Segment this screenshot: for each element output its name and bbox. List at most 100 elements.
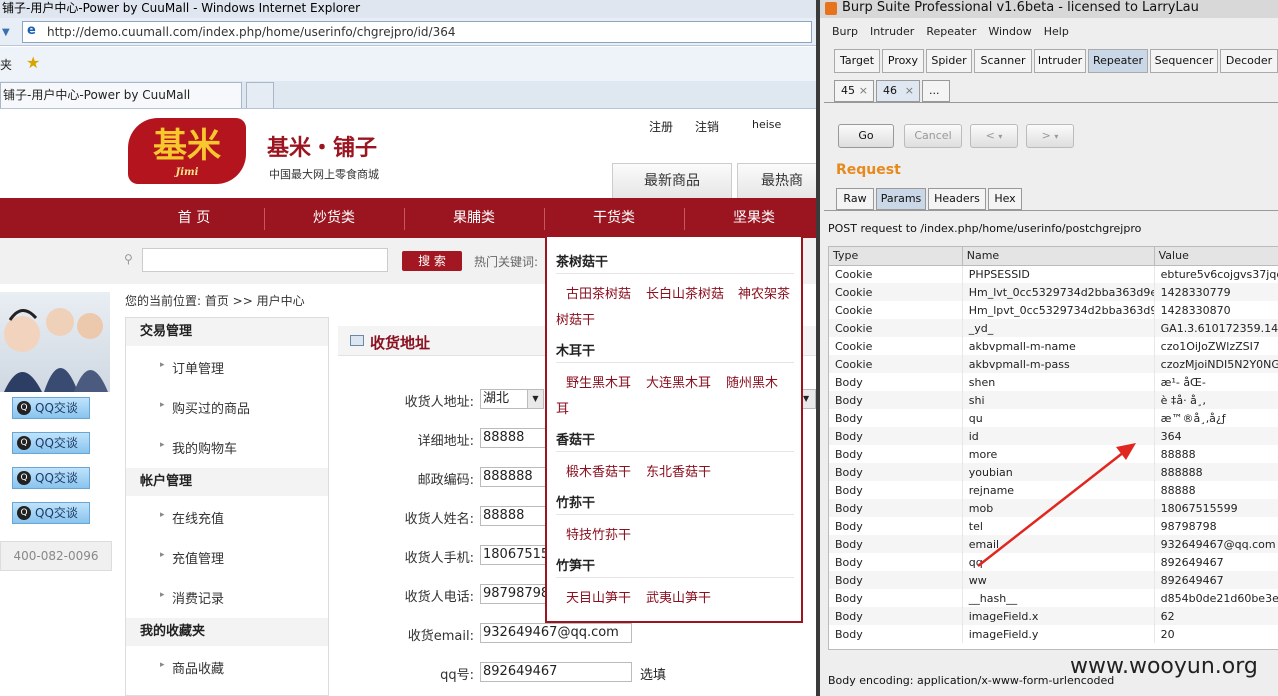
qq-chat-button-4[interactable]: Q QQ交谈: [12, 502, 90, 524]
dd-link[interactable]: 树菇干: [556, 309, 595, 328]
request-tab-headers[interactable]: Headers: [928, 188, 986, 210]
repeater-tab-new[interactable]: ...: [922, 80, 950, 102]
menu-window[interactable]: Window: [988, 25, 1031, 38]
phone-field[interactable]: 98798798: [480, 584, 546, 604]
table-row[interactable]: Body tel 98798798: [829, 517, 1278, 535]
menu-burp[interactable]: Burp: [832, 25, 858, 38]
qq-chat-button-1[interactable]: Q QQ交谈: [12, 397, 90, 419]
qq-field[interactable]: 892649467: [480, 662, 632, 682]
table-row[interactable]: Cookie akbvpmall-m-pass czozMjoiNDI5N2Y0NG…: [829, 355, 1278, 373]
name-field[interactable]: 88888: [480, 506, 546, 526]
menu-help[interactable]: Help: [1044, 25, 1069, 38]
nav-dried-fruit[interactable]: 果脯类: [404, 198, 544, 238]
menu-item-recharge-mgmt[interactable]: 充值管理: [160, 548, 224, 567]
address-field[interactable]: 88888: [480, 428, 546, 448]
postcode-field[interactable]: 888888: [480, 467, 546, 487]
add-favorite-star-icon[interactable]: ★: [26, 53, 40, 72]
table-row[interactable]: Body shi è ‡å· å¸‚: [829, 391, 1278, 409]
request-tab-params[interactable]: Params: [876, 188, 926, 210]
table-row[interactable]: Body qu æ™®å¸‚å¿ƒ: [829, 409, 1278, 427]
qq-chat-button-3[interactable]: Q QQ交谈: [12, 467, 90, 489]
close-icon[interactable]: ×: [905, 81, 914, 101]
menu-intruder[interactable]: Intruder: [870, 25, 914, 38]
tab-decoder[interactable]: Decoder: [1220, 49, 1278, 73]
tab-scanner[interactable]: Scanner: [974, 49, 1032, 73]
tab-sequencer[interactable]: Sequencer: [1150, 49, 1218, 73]
dd-link[interactable]: 东北香菇干: [646, 461, 711, 480]
dd-link[interactable]: 特技竹荪干: [566, 524, 631, 543]
forward-button[interactable]: > ▾: [1026, 124, 1074, 148]
table-row[interactable]: Body email 932649467@qq.com: [829, 535, 1278, 553]
menu-item-spending[interactable]: 消费记录: [160, 588, 224, 607]
dd-link[interactable]: 古田茶树菇: [566, 283, 631, 302]
tab-spider[interactable]: Spider: [926, 49, 972, 73]
cancel-button[interactable]: Cancel: [904, 124, 962, 148]
table-row[interactable]: Body__hash__d854b0de21d60be3e234: [829, 589, 1278, 607]
col-header-value[interactable]: Value: [1154, 247, 1278, 266]
username-link[interactable]: heise: [752, 118, 781, 131]
tab-hottest-products[interactable]: 最热商: [737, 163, 816, 199]
nav-roasted[interactable]: 炒货类: [264, 198, 404, 238]
table-row[interactable]: Body more 88888: [829, 445, 1278, 463]
table-row[interactable]: Cookie_yd_GA1.3.610172359.14283: [829, 319, 1278, 337]
table-row[interactable]: Cookie Hm_lvt_0cc5329734d2bba363d9ed... 14…: [829, 283, 1278, 301]
tab-target[interactable]: Target: [834, 49, 880, 73]
table-row[interactable]: CookiePHPSESSIDebture5v6cojgvs37jqc9d: [829, 265, 1278, 283]
tab-repeater[interactable]: Repeater: [1088, 49, 1148, 73]
tab-proxy[interactable]: Proxy: [882, 49, 924, 73]
register-link[interactable]: 注册: [649, 118, 673, 135]
dd-link[interactable]: 天目山笋干: [566, 587, 631, 606]
menu-repeater[interactable]: Repeater: [926, 25, 976, 38]
url-input[interactable]: e http://demo.cuumall.com/index.php/home…: [22, 21, 812, 43]
menu-item-orders[interactable]: 订单管理: [160, 358, 224, 377]
menu-item-recharge[interactable]: 在线充值: [160, 508, 224, 527]
region-select[interactable]: 湖北 ▼: [480, 389, 544, 409]
go-button[interactable]: Go: [838, 124, 894, 148]
table-row[interactable]: Cookie Hm_lpvt_0cc5329734d2bba363d9e... 14…: [829, 301, 1278, 319]
table-row[interactable]: Body imageField.y 20: [829, 625, 1278, 643]
search-input[interactable]: [142, 248, 388, 272]
col-header-type[interactable]: Type: [829, 247, 963, 266]
repeater-tab-45[interactable]: 45 ×: [834, 80, 874, 102]
nav-home[interactable]: 首 页: [124, 198, 264, 238]
back-dropdown-icon[interactable]: ▼: [2, 27, 10, 38]
menu-item-fav-products[interactable]: 商品收藏: [160, 658, 224, 677]
logout-link[interactable]: 注销: [695, 118, 719, 135]
table-row[interactable]: Body shen æ¹- åŒ-: [829, 373, 1278, 391]
table-row[interactable]: Body id 364: [829, 427, 1278, 445]
ie-new-tab-button[interactable]: [246, 82, 274, 108]
tab-intruder[interactable]: Intruder: [1034, 49, 1086, 73]
table-row[interactable]: Body ww 892649467: [829, 571, 1278, 589]
dd-link[interactable]: 椴木香菇干: [566, 461, 631, 480]
table-row[interactable]: Cookie akbvpmall-m-name czo1OiJoZWlzZSI7: [829, 337, 1278, 355]
search-button[interactable]: 搜 索: [402, 251, 462, 271]
nav-nuts[interactable]: 坚果类: [684, 198, 816, 238]
dd-link[interactable]: 野生黑木耳: [566, 372, 631, 391]
dd-link[interactable]: 武夷山笋干: [646, 587, 711, 606]
menu-item-cart[interactable]: 我的购物车: [160, 438, 237, 457]
email-field[interactable]: 932649467@qq.com: [480, 623, 632, 643]
tab-newest-products[interactable]: 最新商品: [612, 163, 732, 199]
dd-link[interactable]: 大连黑木耳: [646, 372, 711, 391]
mobile-field[interactable]: 18067515599: [480, 545, 546, 565]
site-logo[interactable]: 基米 Jimi: [128, 118, 246, 184]
col-header-name[interactable]: Name: [962, 247, 1155, 266]
request-tab-hex[interactable]: Hex: [988, 188, 1022, 210]
nav-dry-goods[interactable]: 干货类: [544, 198, 684, 238]
ie-tab-active[interactable]: 铺子-用户中心-Power by CuuMall: [0, 82, 242, 108]
favorites-label[interactable]: 夹: [0, 56, 12, 73]
menu-item-purchased[interactable]: 购买过的商品: [160, 398, 250, 417]
table-row[interactable]: Body youbian 888888: [829, 463, 1278, 481]
close-icon[interactable]: ×: [859, 81, 868, 101]
qq-chat-button-2[interactable]: Q QQ交谈: [12, 432, 90, 454]
dd-link[interactable]: 随州黑木: [726, 372, 778, 391]
table-row[interactable]: Body qq 892649467: [829, 553, 1278, 571]
request-tab-raw[interactable]: Raw: [836, 188, 874, 210]
repeater-tab-46[interactable]: 46 ×: [876, 80, 920, 102]
table-row[interactable]: Body imageField.x 62: [829, 607, 1278, 625]
table-row[interactable]: Body mob 18067515599: [829, 499, 1278, 517]
back-button[interactable]: < ▾: [970, 124, 1018, 148]
dd-link[interactable]: 耳: [556, 398, 569, 417]
dd-link[interactable]: 神农架茶: [738, 283, 790, 302]
table-row[interactable]: Body rejname 88888: [829, 481, 1278, 499]
